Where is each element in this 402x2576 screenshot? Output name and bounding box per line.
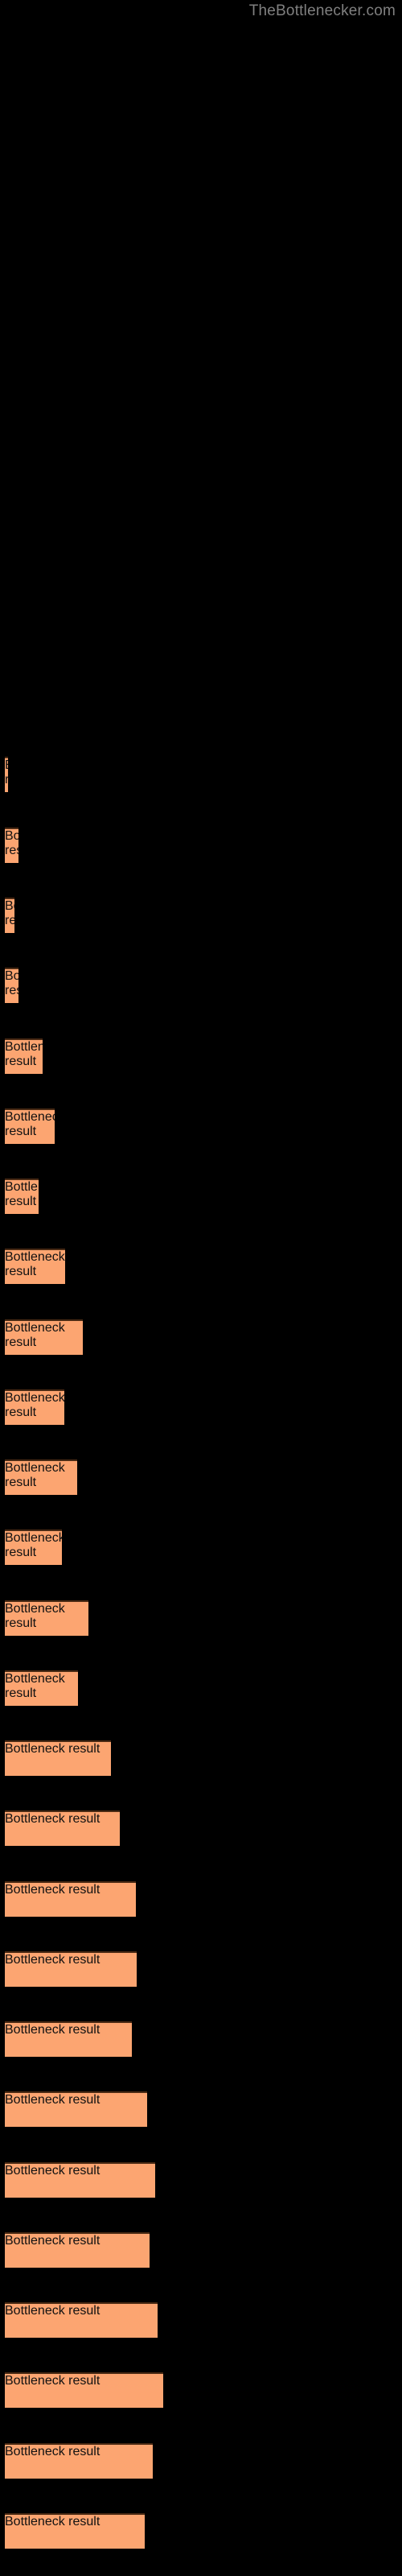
chart-bar[interactable]: Bottleneck result <box>5 2091 147 2127</box>
chart-bar[interactable]: Bottleneck result <box>5 2021 132 2057</box>
chart-bar[interactable]: Bottleneck result <box>5 1389 64 1425</box>
chart-bar[interactable]: Bottleneck result <box>5 828 18 863</box>
chart-bar[interactable]: Bottleneck result <box>5 1810 120 1846</box>
chart-bar[interactable]: Bottleneck result <box>5 2443 153 2479</box>
chart-bar[interactable]: Bottleneck result <box>5 1249 65 1284</box>
chart-bar[interactable]: Bottleneck result <box>5 1740 111 1776</box>
chart-bar[interactable]: Bottleneck result <box>5 1600 88 1636</box>
bar-label: Bottleneck result <box>5 1391 64 1419</box>
bar-label: Bottleneck result <box>5 1883 100 1897</box>
chart-bar[interactable]: Bottleneck result <box>5 1038 43 1074</box>
bar-label: Bottleneck result <box>5 2515 100 2529</box>
bar-label: Bottleneck result <box>5 1953 100 1967</box>
bar-chart-root: TheBottlenecker.com Bottleneck resultBot… <box>0 0 402 2576</box>
plot-area: Bottleneck result Bottleneck result Bottle… <box>0 0 402 2576</box>
bar-label: Bottleneck result <box>5 1742 100 1756</box>
bar-label: Bottleneck result <box>5 829 18 857</box>
bar-label: Bottleneck result <box>5 1180 39 1208</box>
bar-label: Bottleneck result <box>5 1040 43 1068</box>
bar-label: Bottleneck result <box>5 1321 65 1349</box>
bar-label: Bottleneck result <box>5 969 18 997</box>
chart-bar[interactable]: Bottleneck result <box>5 2513 145 2549</box>
bar-label: Bottleneck result <box>5 1461 65 1489</box>
bar-label: Bottleneck result <box>5 1531 62 1559</box>
bar-label: Bottleneck result <box>5 2164 100 2178</box>
bar-label: Bottleneck result <box>5 2374 100 2388</box>
chart-bar[interactable]: Bottleneck result <box>5 2232 150 2268</box>
chart-bar[interactable]: Bottleneck result <box>5 1108 55 1144</box>
chart-bar[interactable]: Bottleneck result <box>5 1951 137 1987</box>
chart-bar[interactable]: Bottleneck result <box>5 1670 78 1706</box>
chart-bar[interactable]: Bottleneck result <box>5 2162 155 2198</box>
chart-bar[interactable]: Bottleneck result <box>5 898 14 933</box>
chart-bar[interactable]: Bottleneck result <box>5 1530 62 1565</box>
chart-bar[interactable]: Bottleneck result <box>5 1319 83 1355</box>
bar-label: Bottleneck result <box>5 1250 65 1278</box>
bar-label: Bottleneck result <box>5 899 14 927</box>
bar-label: Bottleneck result <box>5 1110 55 1138</box>
bar-label: Bottleneck result <box>5 2445 100 2458</box>
chart-bar[interactable]: Bottleneck result <box>5 968 18 1003</box>
chart-bar[interactable]: Bottleneck result <box>5 2372 163 2408</box>
chart-bar[interactable]: Bottleneck result <box>5 1459 77 1495</box>
bar-label: Bottleneck result <box>5 1812 100 1826</box>
bar-label: Bottleneck result <box>5 2023 100 2037</box>
chart-bar[interactable]: Bottleneck result <box>5 1881 136 1917</box>
chart-bar[interactable]: Bottleneck result <box>5 757 8 792</box>
bar-label: Bottleneck result <box>5 758 8 786</box>
bar-label: Bottleneck result <box>5 2304 100 2318</box>
bar-label: Bottleneck result <box>5 1672 65 1700</box>
bar-label: Bottleneck result <box>5 1602 65 1630</box>
bar-label: Bottleneck result <box>5 2093 100 2107</box>
bar-label: Bottleneck result <box>5 2234 100 2248</box>
chart-bar[interactable]: Bottleneck result <box>5 1179 39 1214</box>
chart-bar[interactable]: Bottleneck result <box>5 2302 158 2338</box>
